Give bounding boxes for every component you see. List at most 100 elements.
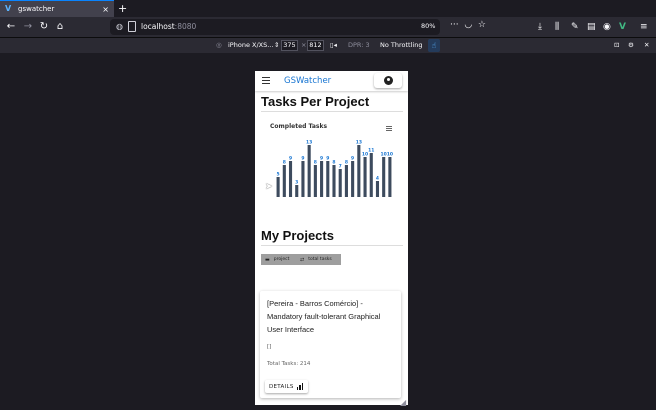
chart-data-label: 11 (368, 148, 374, 154)
chart-bar[interactable] (301, 161, 305, 197)
download-icon[interactable]: ⤓ (538, 20, 542, 34)
shield-icon[interactable]: ◍ (116, 22, 123, 31)
chart-bar[interactable] (357, 145, 361, 197)
chip-project[interactable]: ▬ project (261, 254, 296, 265)
chart-data-label: 9 (301, 156, 304, 162)
chart-data-label: 13 (356, 140, 362, 146)
settings-gear-icon[interactable]: ⚙ (628, 40, 634, 51)
chart-data-label: 9 (326, 156, 329, 162)
chart-data-label: 9 (351, 156, 354, 162)
more-icon[interactable]: ··· (450, 20, 459, 30)
chart-bar[interactable] (375, 181, 380, 197)
chip-total-tasks[interactable]: ⇄ total tasks (296, 254, 341, 265)
details-label: DETAILS (269, 383, 294, 390)
chart-data-label: 8 (314, 160, 317, 166)
chart-data-label: 4 (376, 176, 379, 182)
app-bar: GSWatcher (255, 71, 408, 91)
chip-label: total tasks (308, 257, 332, 262)
divider (261, 245, 403, 246)
device-selector[interactable]: iPhone X/XS... (228, 40, 273, 51)
chart-data-label: 8 (345, 160, 348, 166)
chart-data-label: 9 (289, 156, 292, 162)
chart-data-label: 9 (320, 156, 323, 162)
tab-gswatcher[interactable]: V gswatcher × (0, 0, 114, 17)
chart-data-label: 13 (306, 140, 312, 146)
chart-bar[interactable] (276, 177, 280, 197)
shuffle-icon: ⇄ (300, 256, 305, 263)
chart-title: Completed Tasks (270, 123, 328, 130)
chart-bar[interactable] (351, 161, 355, 197)
responsive-design-toolbar: ◎ iPhone X/XS... ⇕ 375 × 812 ▯◂ DPR: 3 N… (0, 37, 656, 53)
divider (261, 111, 403, 112)
close-rdm-icon[interactable]: ✕ (644, 40, 649, 51)
wrench-icon[interactable]: ✎ (571, 20, 579, 34)
device-viewport: GSWatcher Tasks Per Project Completed Ta… (255, 71, 408, 405)
url-text[interactable]: localhost:8080 (141, 22, 196, 31)
screenshot-icon[interactable]: ⊡ (614, 40, 619, 51)
sidebar-icon[interactable]: ▤ (587, 20, 596, 34)
vue-favicon-icon: V (5, 4, 12, 13)
details-button[interactable]: DETAILS (265, 380, 308, 393)
chart-data-label: 5 (277, 172, 280, 178)
orientation-icon[interactable]: ▯◂ (330, 40, 337, 51)
pocket-icon[interactable]: ◡ (464, 20, 472, 30)
dimension-separator: × (301, 41, 307, 49)
chart-bar[interactable] (282, 165, 286, 197)
hamburger-menu-icon[interactable] (262, 77, 270, 84)
tab-title: gswatcher (18, 5, 55, 13)
chart-data-label: 8 (283, 160, 286, 166)
tab-close-icon[interactable]: × (102, 5, 109, 14)
forward-icon[interactable]: → (21, 20, 35, 34)
library-icon[interactable]: ⫼ (555, 20, 559, 34)
account-icon[interactable]: ◉ (603, 20, 611, 34)
vue-devtools-icon[interactable]: V (619, 20, 626, 34)
chevron-down-icon[interactable]: ⇕ (274, 40, 279, 51)
home-icon[interactable]: ⌂ (53, 20, 67, 34)
project-total-tasks: Total Tasks: 214 (267, 361, 311, 367)
chart-bar[interactable] (295, 185, 299, 197)
project-card-title: [Pereira - Barros Comércio] - Mandatory … (267, 299, 381, 334)
page-actions: ··· ◡ ☆ (450, 20, 486, 30)
mouse-cursor-icon: ➤ (265, 182, 273, 192)
zoom-level[interactable]: 80% (421, 22, 435, 30)
resize-handle-icon[interactable]: ◢ (400, 398, 406, 407)
rotate-icon[interactable]: ◎ (216, 40, 222, 51)
dpr-selector[interactable]: DPR: 3 (348, 40, 370, 51)
bookmark-star-icon[interactable]: ☆ (478, 20, 486, 30)
chart-bar[interactable] (320, 161, 324, 197)
chart-bar[interactable] (344, 165, 348, 197)
back-icon[interactable]: ← (4, 20, 18, 34)
chart-data-label: 10 (387, 152, 393, 158)
viewport-width-input[interactable]: 375 (281, 40, 298, 51)
chart-bar[interactable] (338, 169, 342, 197)
url-bar[interactable]: ◍ localhost:8080 80% (110, 19, 440, 35)
chart-data-label: 3 (295, 180, 298, 186)
chart-bar[interactable] (288, 161, 293, 197)
page-icon[interactable] (128, 21, 136, 32)
chart-bar[interactable] (326, 161, 330, 197)
bar-chart-icon (296, 383, 304, 390)
project-card: [Pereira - Barros Comércio] - Mandatory … (260, 291, 401, 398)
projects-heading: My Projects (261, 228, 334, 243)
viewport-height-input[interactable]: 812 (307, 40, 324, 51)
touch-simulation-icon[interactable]: ☝ (428, 39, 440, 52)
chip-label: project (273, 257, 290, 262)
chart-bar[interactable] (307, 145, 311, 197)
chart-bar[interactable] (313, 165, 317, 197)
chart-bar[interactable] (388, 157, 392, 197)
throttling-selector[interactable]: No Throttling (380, 40, 422, 51)
tasks-bar-chart: 589391389 98789131011410 10 (276, 140, 393, 197)
reload-icon[interactable]: ↻ (37, 20, 51, 34)
account-button[interactable] (374, 73, 402, 88)
chart-bar[interactable] (382, 157, 386, 197)
chart-bar[interactable] (363, 157, 367, 197)
chart-bar[interactable] (332, 165, 336, 197)
chart-bar[interactable] (369, 153, 373, 197)
chart-data-label: 7 (339, 164, 342, 170)
account-circle-icon (384, 76, 393, 85)
app-menu-icon[interactable]: ≡ (640, 20, 648, 34)
new-tab-button[interactable]: + (118, 2, 127, 15)
app-title[interactable]: GSWatcher (284, 76, 331, 86)
folder-icon: ▬ (265, 256, 270, 263)
tasks-heading: Tasks Per Project (261, 94, 370, 109)
